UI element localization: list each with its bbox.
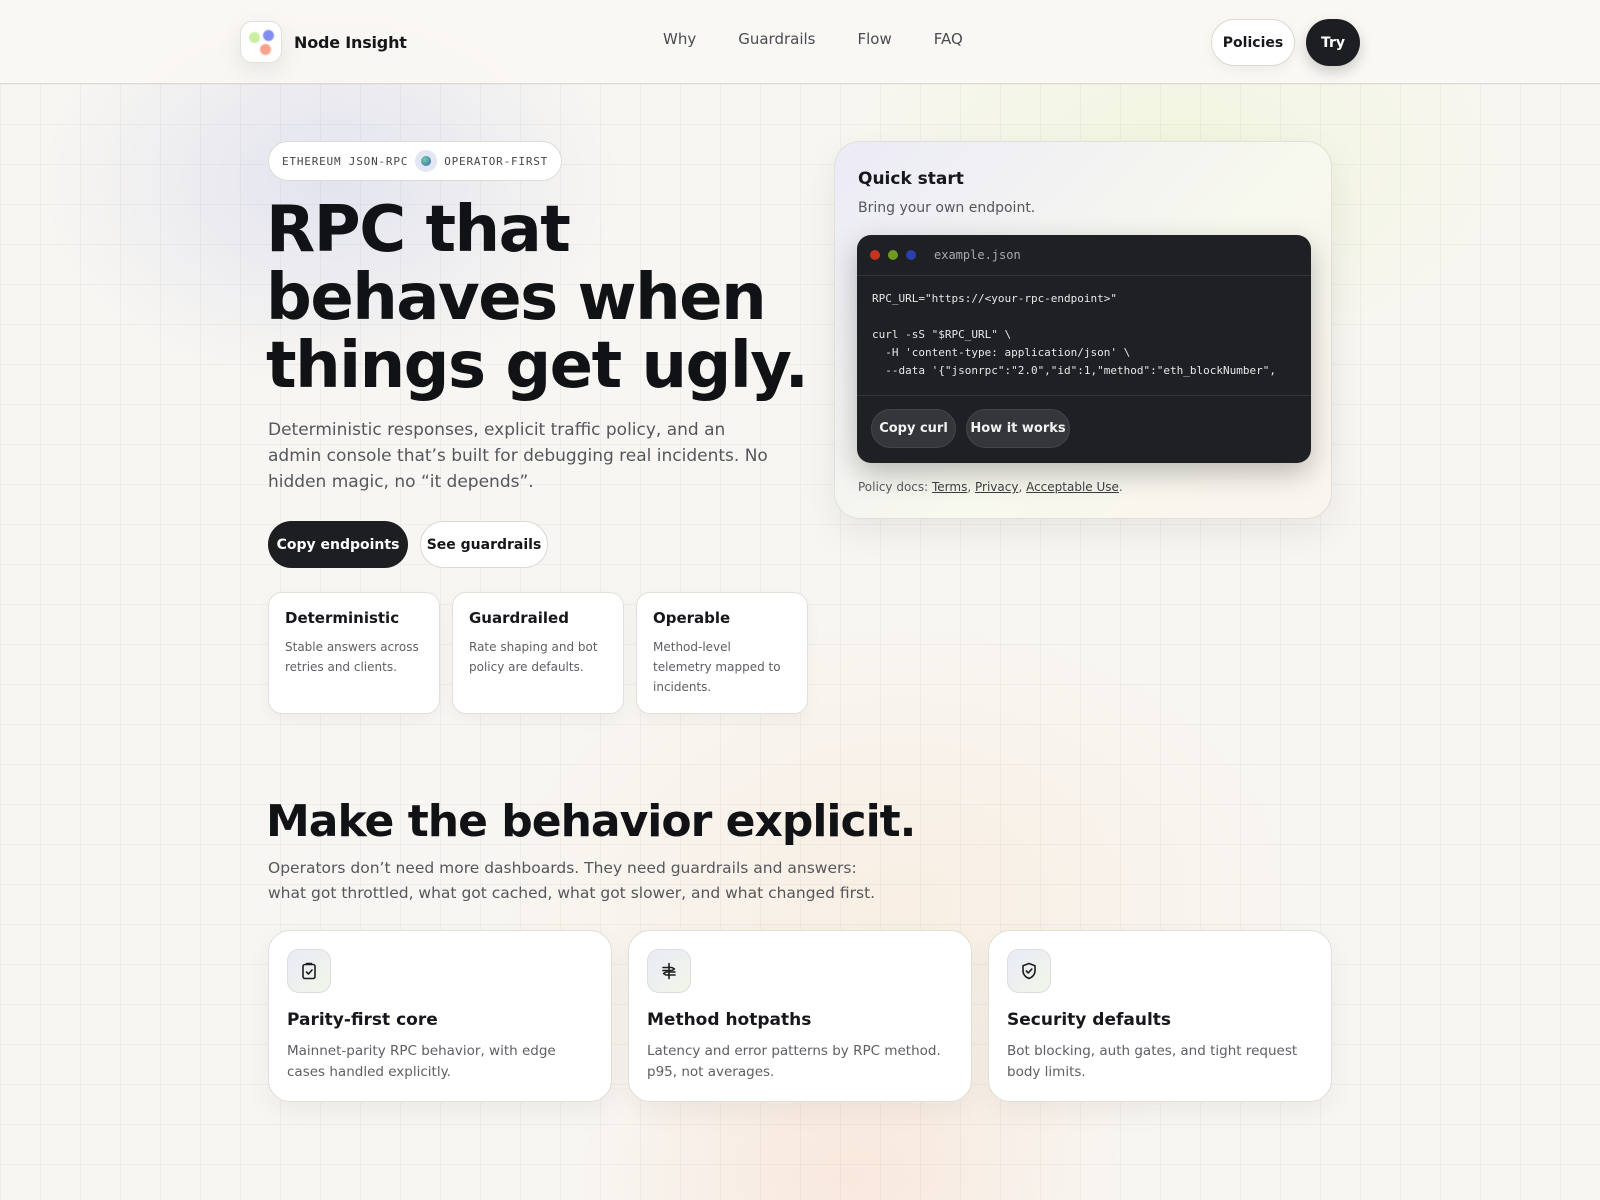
code-snippet[interactable]: RPC_URL="https://<your-rpc-endpoint>" cu…: [872, 290, 1276, 380]
value-card-title: Operable: [653, 609, 731, 627]
globe-dot-icon: [415, 150, 438, 172]
value-card-text: Method-level telemetry mapped to inciden…: [653, 640, 781, 694]
hero-title: RPC that behaves when things get ugly.: [266, 193, 809, 403]
copy-curl-button[interactable]: Copy curl: [871, 409, 956, 448]
signpost-icon: [647, 949, 691, 993]
traffic-light-green-icon: [888, 250, 898, 260]
how-it-works-button[interactable]: How it works: [966, 409, 1070, 448]
shield-check-icon: [1007, 949, 1051, 993]
terminal-filename: example.json: [934, 248, 1021, 262]
terminal-titlebar: example.json: [857, 235, 1311, 276]
value-card-guardrailed: Guardrailed Rate shaping and bot policy …: [452, 592, 624, 714]
feature-title: Security defaults: [1007, 1010, 1172, 1030]
logo-icon: [240, 21, 282, 63]
value-card-title: Deterministic: [285, 609, 400, 627]
nav-why[interactable]: Why: [663, 30, 696, 48]
policy-docs-line: Policy docs: Terms, Privacy, Acceptable …: [858, 480, 1123, 494]
value-card-title: Guardrailed: [469, 609, 569, 627]
privacy-link[interactable]: Privacy: [975, 480, 1018, 494]
quick-start-title: Quick start: [858, 169, 964, 189]
terminal-divider: [857, 395, 1311, 396]
code-terminal: example.json RPC_URL="https://<your-rpc-…: [857, 235, 1311, 463]
value-card-deterministic: Deterministic Stable answers across retr…: [268, 592, 440, 714]
policies-button[interactable]: Policies: [1211, 19, 1295, 66]
hero-tag-pill: ETHEREUM JSON-RPC OPERATOR-FIRST: [268, 141, 563, 181]
acceptable-use-link[interactable]: Acceptable Use: [1026, 480, 1119, 494]
pill-right-text: OPERATOR-FIRST: [444, 154, 549, 168]
brand[interactable]: Node Insight: [240, 21, 407, 63]
nav-flow[interactable]: Flow: [857, 30, 891, 48]
policy-docs-prefix: Policy docs:: [858, 480, 932, 494]
checklist-icon: [287, 949, 331, 993]
feature-card-security: Security defaults Bot blocking, auth gat…: [988, 930, 1332, 1102]
feature-card-parity: Parity-first core Mainnet-parity RPC beh…: [268, 930, 612, 1102]
value-card-text: Rate shaping and bot policy are defaults…: [469, 640, 598, 674]
feature-title: Method hotpaths: [647, 1010, 812, 1030]
see-guardrails-button[interactable]: See guardrails: [420, 521, 548, 568]
feature-card-hotpaths: Method hotpaths Latency and error patter…: [628, 930, 972, 1102]
feature-text: Latency and error patterns by RPC method…: [647, 1043, 941, 1080]
top-header: Node Insight Why Guardrails Flow FAQ Pol…: [0, 0, 1600, 84]
try-button[interactable]: Try: [1306, 19, 1360, 66]
section-subtitle: Operators don’t need more dashboards. Th…: [268, 859, 876, 902]
quick-start-card: Quick start Bring your own endpoint. exa…: [834, 141, 1332, 519]
pill-left-text: ETHEREUM JSON-RPC: [282, 154, 409, 168]
nav-faq[interactable]: FAQ: [934, 30, 963, 48]
traffic-light-red-icon: [870, 250, 880, 260]
hero-subtitle: Deterministic responses, explicit traffi…: [268, 420, 768, 492]
nav-guardrails[interactable]: Guardrails: [738, 30, 815, 48]
value-card-operable: Operable Method-level telemetry mapped t…: [636, 592, 808, 714]
main-nav: Why Guardrails Flow FAQ: [663, 30, 1005, 48]
feature-title: Parity-first core: [287, 1010, 438, 1030]
feature-text: Bot blocking, auth gates, and tight requ…: [1007, 1043, 1298, 1080]
section-title: Make the behavior explicit.: [266, 796, 916, 847]
traffic-light-blue-icon: [906, 250, 916, 260]
terms-link[interactable]: Terms: [932, 480, 967, 494]
feature-text: Mainnet-parity RPC behavior, with edge c…: [287, 1043, 556, 1080]
copy-endpoints-button[interactable]: Copy endpoints: [268, 521, 408, 568]
quick-start-subtitle: Bring your own endpoint.: [858, 200, 1036, 216]
value-card-text: Stable answers across retries and client…: [285, 640, 419, 674]
brand-name: Node Insight: [294, 32, 407, 52]
